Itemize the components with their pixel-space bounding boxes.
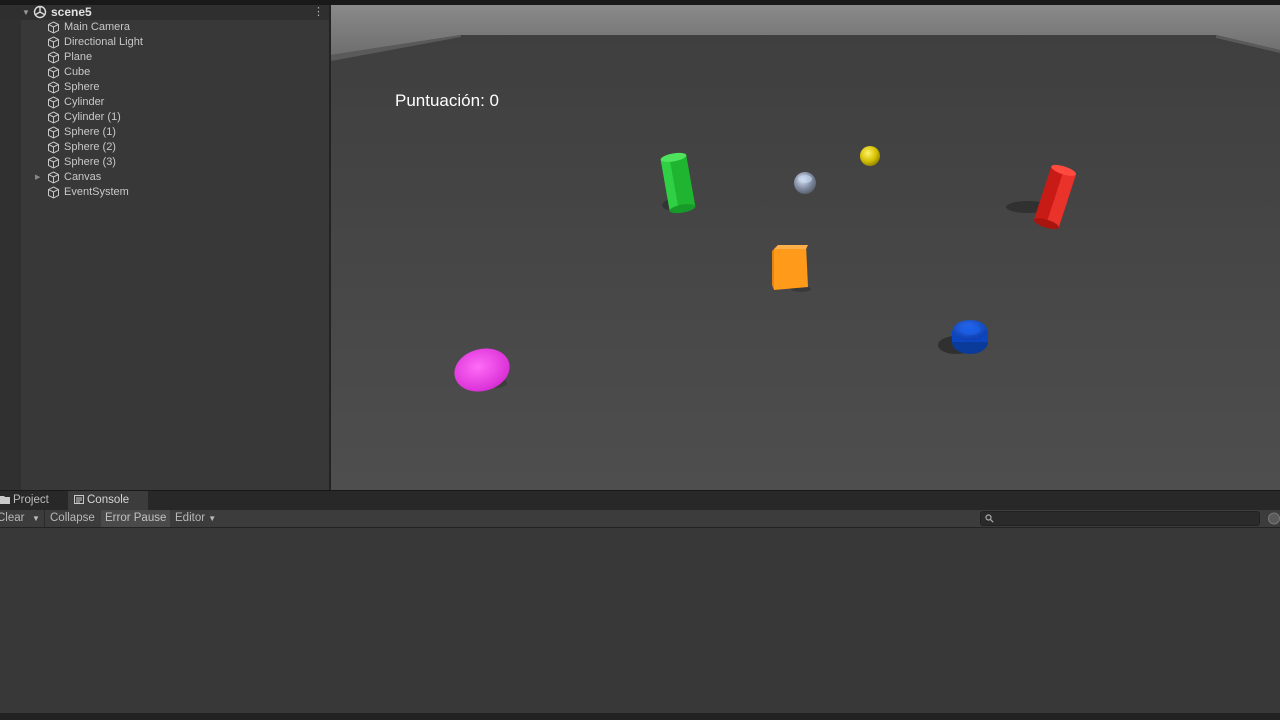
scene-name: scene5: [51, 5, 92, 19]
hierarchy-panel: ▼ scene5 ⋮ Main Camera Directional Light P…: [0, 5, 329, 490]
gameobject-cube-icon: [48, 81, 59, 94]
hierarchy-item[interactable]: Sphere (2): [0, 140, 329, 155]
gameobject-cube-icon: [48, 96, 59, 109]
hierarchy-item-label: Directional Light: [64, 36, 143, 48]
bottom-tabbar: Project Console: [0, 491, 1280, 510]
yellow-sphere: [860, 146, 880, 166]
search-icon: [985, 514, 994, 523]
hierarchy-item[interactable]: Main Camera: [0, 20, 329, 35]
hierarchy-item-label: Cylinder: [64, 96, 105, 108]
scene-header-row[interactable]: ▼ scene5 ⋮: [0, 5, 329, 20]
clear-button[interactable]: Clear: [0, 510, 24, 527]
hierarchy-item-label: Sphere (3): [64, 156, 116, 168]
hierarchy-item-label: Cube: [64, 66, 91, 78]
gameobject-cube-icon: [48, 156, 59, 169]
hierarchy-item[interactable]: Cylinder: [0, 95, 329, 110]
message-filter-icon[interactable]: [1265, 511, 1280, 526]
hierarchy-item-label: EventSystem: [64, 186, 129, 198]
score-label: Puntuación: 0: [395, 91, 499, 110]
editor-dropdown-label: Editor: [175, 512, 206, 524]
orange-cube: [772, 245, 808, 290]
console-icon: [74, 495, 84, 504]
gameobject-cube-icon: [48, 111, 59, 124]
gameobject-cube-icon: [48, 21, 59, 34]
more-options-icon[interactable]: ⋮: [313, 5, 324, 19]
hierarchy-item-label: Sphere (1): [64, 126, 116, 138]
tab-project-label: Project: [13, 494, 49, 506]
hierarchy-item[interactable]: Plane: [0, 50, 329, 65]
hierarchy-item-label: Plane: [64, 51, 93, 63]
hierarchy-item-label: Main Camera: [64, 21, 131, 33]
error-pause-toggle[interactable]: Error Pause: [101, 510, 170, 527]
hierarchy-item[interactable]: Sphere: [0, 80, 329, 95]
tab-console-label: Console: [87, 494, 130, 506]
collapse-arrow-icon[interactable]: ▼: [22, 8, 30, 17]
gameobject-cube-icon: [48, 51, 59, 64]
console-toolbar: Clear ▼ Collapse Error Pause Editor ▼: [0, 510, 1280, 528]
hierarchy-item-label: Sphere: [64, 81, 100, 93]
gameobject-cube-icon: [48, 141, 59, 154]
console-search-input[interactable]: [980, 511, 1260, 526]
hierarchy-item-label: Canvas: [64, 171, 102, 183]
tab-project[interactable]: Project: [0, 491, 61, 510]
hierarchy-item[interactable]: ▶ Canvas: [0, 170, 329, 185]
hierarchy-item[interactable]: EventSystem: [0, 185, 329, 200]
gameobject-cube-icon: [48, 36, 59, 49]
blue-cylinder: [952, 320, 988, 354]
hierarchy-item[interactable]: Directional Light: [0, 35, 329, 50]
gameobject-cube-icon: [48, 126, 59, 139]
tab-console[interactable]: Console: [68, 491, 148, 510]
hierarchy-item-label: Cylinder (1): [64, 111, 121, 123]
chevron-down-icon: ▼: [208, 514, 217, 523]
gameobject-cube-icon: [48, 66, 59, 79]
status-bar: [0, 713, 1280, 720]
gameobject-cube-icon: [48, 186, 59, 199]
hierarchy-item-label: Sphere (2): [64, 141, 116, 153]
expand-arrow-icon[interactable]: ▶: [35, 170, 40, 185]
game-scene: [331, 5, 1280, 490]
console-log-area[interactable]: [0, 528, 1280, 713]
clear-dropdown-icon[interactable]: ▼: [32, 510, 40, 527]
collapse-toggle[interactable]: Collapse: [50, 510, 95, 527]
toolbar-separator: [44, 510, 45, 527]
hierarchy-list: Main Camera Directional Light Plane Cube Sph…: [0, 20, 329, 200]
hierarchy-item[interactable]: Cylinder (1): [0, 110, 329, 125]
game-view[interactable]: Puntuación: 0: [331, 5, 1280, 490]
editor-dropdown[interactable]: Editor ▼: [175, 510, 216, 527]
hierarchy-item[interactable]: Cube: [0, 65, 329, 80]
folder-icon: [0, 496, 10, 504]
unity-scene-icon: [33, 5, 47, 19]
gameobject-cube-icon: [48, 171, 59, 184]
hierarchy-item[interactable]: Sphere (3): [0, 155, 329, 170]
hierarchy-item[interactable]: Sphere (1): [0, 125, 329, 140]
